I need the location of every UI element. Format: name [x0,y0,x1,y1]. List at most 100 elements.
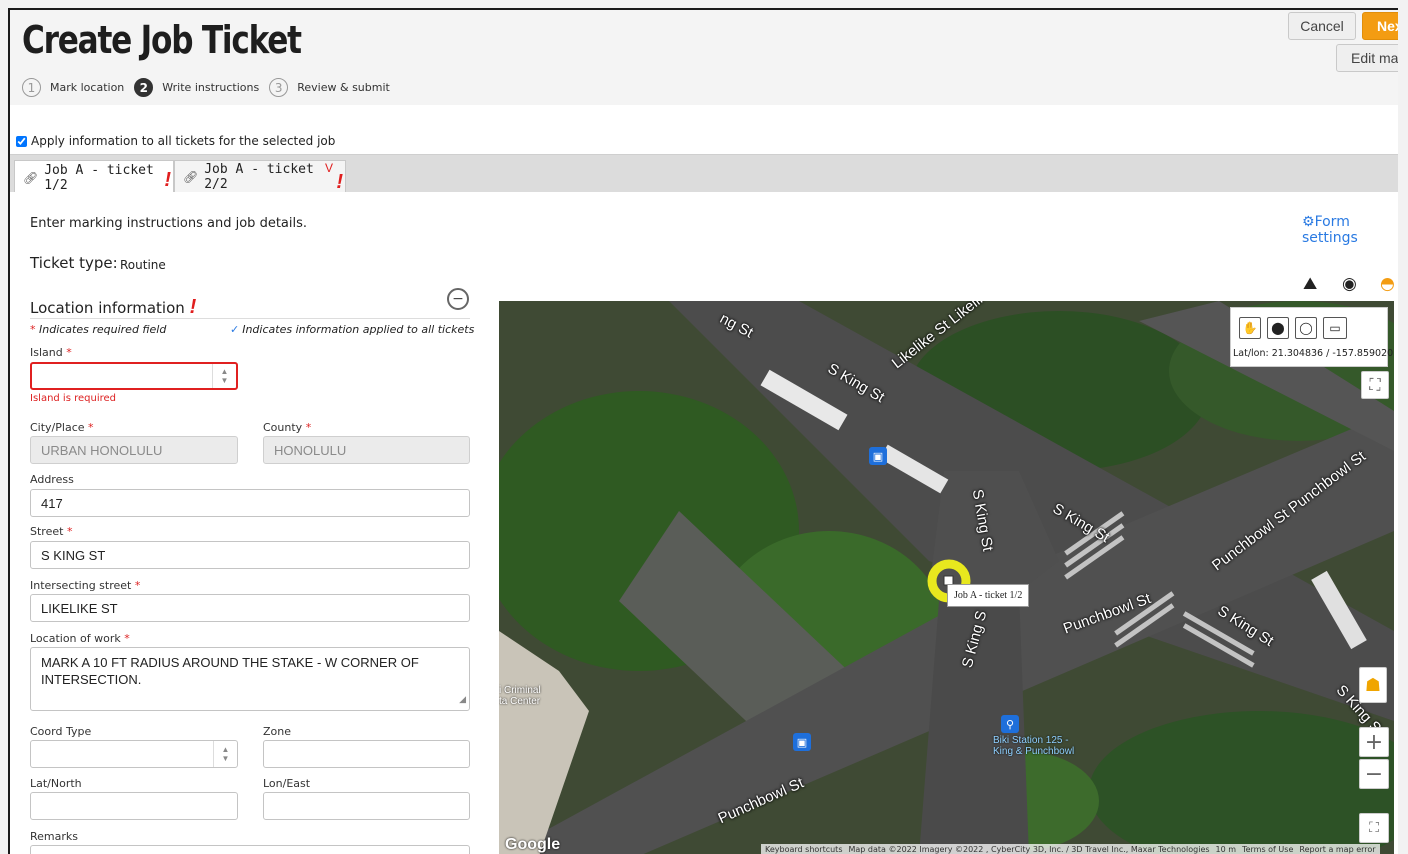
coord-type-label: Coord Type [30,725,92,738]
app-window: Create Job Ticket 1 Mark location 2 Writ… [8,8,1398,854]
next-button[interactable]: Nex [1362,12,1398,40]
address-label: Address [30,473,74,486]
applied-note: ✓ Indicates information applied to all ti… [230,323,474,336]
gear-icon: ⚙ [1302,214,1315,230]
intro-text: Enter marking instructions and job detai… [30,216,308,231]
error-icon: ! [164,169,171,191]
bike-station-label: Biki Station 125 - King & Punchbowl [993,735,1075,757]
wizard-steps: 1 Mark location 2 Write instructions 3 R… [22,78,400,97]
latlon-readout: Lat/lon: 21.304836 / -157.859020 [1233,348,1394,359]
apply-all-checkbox[interactable] [16,135,27,147]
address-field[interactable]: 417 [30,489,470,517]
google-logo: Google [505,836,561,853]
select-arrows-icon: ▲ ▼ [213,741,237,767]
apply-all-label: Apply information to all tickets for the… [31,134,336,148]
zoom-out-button[interactable]: − [1359,759,1389,789]
scale-bar: 10 m [1215,845,1237,854]
street-field[interactable]: S KING ST [30,541,470,569]
v-mark: V [324,161,333,175]
apply-all-row[interactable]: Apply information to all tickets for the… [16,134,335,148]
ticket-tabs: 🔗︎ Job A - ticket 1/2 ! 🔗︎ Job A - ticke… [10,154,1398,194]
zoom-in-button[interactable]: + [1359,727,1389,757]
satellite-imagery [499,301,1394,854]
report-error-link[interactable]: Report a map error [1299,845,1375,854]
required-note: * Indicates required field [30,323,166,336]
satellite-icon[interactable]: ◉ [1342,274,1357,294]
step-review-submit[interactable]: 3 Review & submit [269,78,390,97]
tab-ticket-2[interactable]: 🔗︎ Job A - ticket 2/2 V ! [174,160,346,193]
step-label: Write instructions [162,81,260,94]
bus-stop-icon[interactable]: ▣ [793,733,811,751]
fullscreen-icon[interactable]: ⛶ [1359,813,1389,843]
lon-east-field[interactable] [263,792,470,820]
layers-icon[interactable]: ⛰ [1303,274,1317,294]
form-settings-link[interactable]: ⚙Form settings [1302,214,1398,246]
lat-north-field[interactable] [30,792,238,820]
tab-ticket-1[interactable]: 🔗︎ Job A - ticket 1/2 ! [14,160,174,194]
keyboard-shortcuts-link[interactable]: Keyboard shortcuts [765,845,842,854]
measure-ruler-icon[interactable]: ▭ [1323,317,1347,339]
marker-outline-icon[interactable]: ◯ [1295,317,1317,339]
street-view-pegman-icon[interactable]: ☗ [1359,667,1387,703]
step-label: Review & submit [297,81,390,94]
map-data-text: Map data ©2022 Imagery ©2022 , CyberCity… [848,845,1210,854]
minus-icon: − [452,291,464,307]
edit-map-button[interactable]: Edit ma [1336,44,1398,72]
step-label: Mark location [50,81,125,94]
location-of-work-text: MARK A 10 FT RADIUS AROUND THE STAKE - W… [41,655,419,687]
fit-bounds-icon[interactable]: ⛶ [1361,371,1389,399]
section-divider [30,318,470,319]
tab-content: Enter marking instructions and job detai… [10,192,1398,854]
island-error: Island is required [30,393,116,404]
map-view[interactable]: ng St S King St Likelike St Likelil S Ki… [499,301,1394,854]
ticket-type-value: Routine [120,258,166,272]
select-arrows-icon: ▲ ▼ [212,364,236,388]
place-marker-icon[interactable]: ⬤ [1267,317,1289,339]
map-tool-panel: ✋ ⬤ ◯ ▭ Lat/lon: 21.304836 / -157.859020 [1230,307,1393,367]
link-icon: 🔗︎ [183,170,199,184]
island-label: Island * [30,346,72,359]
lon-east-label: Lon/East [263,777,311,790]
error-icon: ! [189,296,197,318]
tab-label: Job A - ticket 1/2 [44,162,154,193]
page-title: Create Job Ticket [22,18,302,62]
ticket-type-label: Ticket type: [30,254,118,272]
required-star: * [30,323,36,336]
tab-label: Job A - ticket 2/2 [204,162,314,192]
check-icon: ✓ [230,323,240,336]
coord-type-select[interactable]: ▲ ▼ [30,740,238,768]
step-number: 1 [22,78,41,97]
error-icon: ! [336,171,343,193]
map-attribution: Keyboard shortcuts Map data ©2022 Imager… [761,844,1380,854]
step-mark-location[interactable]: 1 Mark location [22,78,124,97]
city-field: URBAN HONOLULU [30,436,238,464]
street-label: Street * [30,525,73,538]
header: Create Job Ticket 1 Mark location 2 Writ… [10,10,1398,105]
collapse-section-button[interactable]: − [447,288,469,310]
resize-handle-icon[interactable]: ◢ [459,691,466,708]
intersecting-street-field[interactable]: LIKELIKE ST [30,594,470,622]
zone-label: Zone [263,725,292,738]
terms-link[interactable]: Terms of Use [1242,845,1293,854]
county-label: County * [263,421,312,434]
island-select[interactable]: ▲ ▼ [30,362,238,390]
bus-stop-icon[interactable]: ▣ [869,447,887,465]
section-title-text: Location information [30,299,185,317]
city-label: City/Place * [30,421,94,434]
remarks-field[interactable] [30,845,470,854]
location-section-title: Location information ! [30,296,196,319]
cancel-button[interactable]: Cancel [1288,12,1356,40]
lat-north-label: Lat/North [30,777,82,790]
bike-station-icon[interactable]: ⚲ [1001,715,1019,733]
remarks-label: Remarks [30,830,78,843]
location-of-work-textarea[interactable]: MARK A 10 FT RADIUS AROUND THE STAKE - W… [30,647,470,711]
pan-hand-icon[interactable]: ✋ [1239,317,1261,339]
location-of-work-label: Location of work * [30,632,130,645]
marker-popup: Job A - ticket 1/2 [947,584,1030,607]
zone-field[interactable] [263,740,470,768]
county-field: HONOLULU [263,436,470,464]
step-number: 2 [134,78,154,97]
step-write-instructions[interactable]: 2 Write instructions [134,78,259,97]
intersecting-street-label: Intersecting street * [30,579,141,592]
basemap-icon[interactable]: ◓ [1380,274,1395,294]
